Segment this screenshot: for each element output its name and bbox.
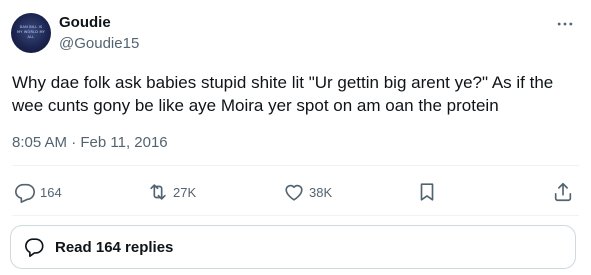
retweet-count: 27K — [173, 184, 197, 200]
chat-bubble-icon — [25, 238, 44, 257]
heart-icon — [285, 184, 303, 201]
more-horizontal-icon[interactable] — [555, 14, 575, 34]
tweet-text: Why dae folk ask babies stupid shite lit… — [12, 73, 554, 115]
read-replies-label: Read 164 replies — [55, 238, 174, 256]
share-icon — [554, 182, 572, 202]
avatar-text-line-1: DAN BILL IS — [19, 25, 43, 29]
divider — [12, 215, 579, 216]
reply-count: 164 — [40, 184, 62, 200]
avatar-text-line-2: MY WORLD MY — [16, 30, 46, 34]
avatar[interactable]: DAN BILL IS MY WORLD MY ALL — [11, 13, 51, 53]
reply-icon — [15, 183, 35, 203]
reply-button[interactable]: 164 — [14, 180, 62, 204]
bookmark-icon — [420, 183, 434, 201]
tweet-card: DAN BILL IS MY WORLD MY ALL Goudie @Goud… — [0, 0, 591, 275]
tweet-timestamp[interactable]: 8:05 AM · Feb 11, 2016 — [12, 134, 168, 152]
display-name[interactable]: Goudie — [59, 14, 111, 32]
divider — [12, 165, 579, 166]
retweet-button[interactable]: 27K — [147, 180, 196, 204]
share-button[interactable] — [552, 180, 574, 204]
like-button[interactable]: 38K — [283, 180, 332, 204]
avatar-text-line-3: ALL — [27, 35, 35, 39]
read-replies-button[interactable]: Read 164 replies — [10, 225, 576, 269]
bookmark-button[interactable] — [416, 180, 438, 204]
user-handle[interactable]: @Goudie15 — [59, 35, 139, 53]
like-count: 38K — [309, 184, 333, 200]
retweet-icon — [150, 184, 166, 200]
